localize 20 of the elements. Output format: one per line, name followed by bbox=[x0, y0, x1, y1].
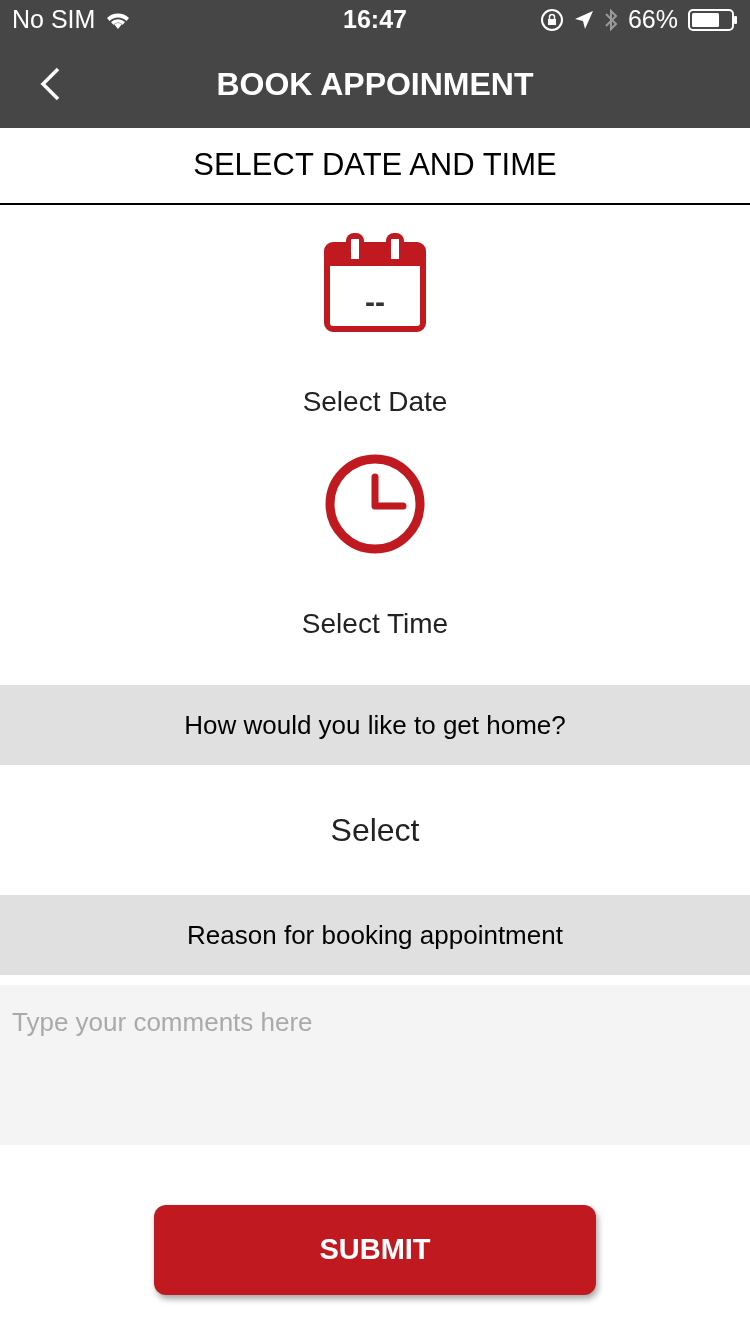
select-date-button[interactable]: -- Select Date bbox=[0, 205, 750, 423]
page-title: BOOK APPOINMENT bbox=[216, 65, 534, 104]
date-value: -- bbox=[365, 287, 385, 317]
question-text: How would you like to get home? bbox=[184, 708, 566, 742]
reason-heading: Reason for booking appointment bbox=[187, 918, 563, 952]
submit-button[interactable]: SUBMIT bbox=[154, 1205, 596, 1295]
clock-icon bbox=[324, 453, 426, 555]
bluetooth-icon bbox=[603, 8, 618, 32]
back-icon bbox=[39, 67, 61, 101]
rotation-lock-icon bbox=[539, 8, 564, 32]
select-time-button[interactable]: Select Time bbox=[0, 423, 750, 645]
location-arrow-icon bbox=[573, 10, 594, 30]
transport-select[interactable]: Select bbox=[0, 765, 750, 895]
section-title: SELECT DATE AND TIME bbox=[193, 146, 557, 185]
carrier-text: No SIM bbox=[12, 4, 96, 36]
battery-icon bbox=[688, 9, 738, 31]
comments-field[interactable]: Type your comments here bbox=[0, 985, 750, 1145]
clock-text: 16:47 bbox=[343, 4, 407, 36]
calendar-icon bbox=[324, 231, 426, 333]
battery-percent: 66% bbox=[627, 4, 678, 36]
